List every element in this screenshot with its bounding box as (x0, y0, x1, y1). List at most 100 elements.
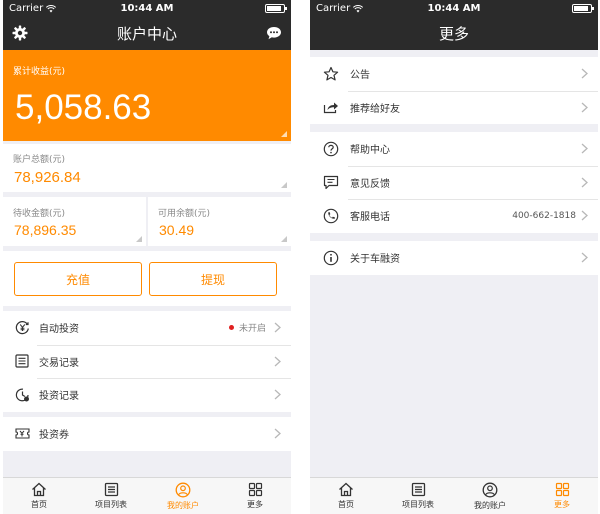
customer-service-phone: 400-662-1818 (512, 210, 576, 221)
chat-icon[interactable] (266, 25, 282, 41)
corner-indicator (281, 236, 287, 242)
tab-label: 更多 (554, 500, 570, 509)
chevron-right-icon (274, 356, 281, 367)
cumulative-earnings-value: 5,058.63 (15, 88, 152, 127)
tab-label: 更多 (247, 500, 263, 509)
menu-item-label: 投资记录 (39, 391, 79, 403)
list-icon (411, 482, 426, 497)
status-time: 10:44 AM (427, 3, 481, 14)
tab-label: 我的账户 (167, 500, 199, 510)
tab-label: 项目列表 (402, 500, 434, 509)
menu-item-label: 交易记录 (39, 357, 79, 369)
star-icon (322, 65, 340, 83)
menu-item-customer-service[interactable]: 客服电话 400-662-1818 (310, 199, 598, 233)
corner-indicator (136, 236, 142, 242)
tab-bar: 首页 项目列表 我的账户 更多 (3, 477, 291, 514)
corner-indicator (281, 182, 287, 188)
chevron-right-icon (274, 428, 281, 439)
account-total-card[interactable]: 账户总额(元) 78,926.84 (3, 144, 291, 192)
tab-more[interactable]: 更多 (219, 478, 291, 514)
menu-item-coupons[interactable]: 投资券 (3, 417, 291, 451)
phone-icon (322, 207, 340, 225)
tab-label: 我的账户 (474, 500, 506, 510)
auto-invest-status: 未开启 (228, 311, 266, 345)
share-icon (322, 98, 340, 116)
tab-project-list[interactable]: 项目列表 (382, 478, 454, 514)
feedback-icon (322, 173, 340, 191)
account-total-value: 78,926.84 (14, 169, 81, 186)
grid-icon (248, 482, 263, 497)
user-icon (482, 482, 498, 498)
menu-item-label: 意见反馈 (350, 178, 390, 190)
coupon-icon (13, 425, 31, 443)
tab-my-account[interactable]: 我的账户 (454, 478, 526, 514)
auto-invest-icon (13, 319, 31, 337)
menu-item-about[interactable]: 关于车融资 (310, 241, 598, 275)
menu-item-recommend[interactable]: 推荐给好友 (310, 90, 598, 125)
nav-bar: 账户中心 (3, 17, 291, 50)
question-icon (322, 140, 340, 158)
pending-amount-value: 78,896.35 (14, 222, 77, 238)
menu-item-transactions[interactable]: 交易记录 (3, 344, 291, 379)
balance-row: 待收金额(元) 78,896.35 可用余额(元) 30.49 (3, 197, 291, 246)
page-title: 更多 (438, 25, 469, 43)
coupon-menu: 投资券 (3, 417, 291, 451)
recharge-button[interactable]: 充值 (14, 262, 142, 296)
withdraw-button[interactable]: 提现 (149, 262, 277, 296)
gear-icon[interactable] (12, 25, 28, 41)
auto-invest-status-label: 未开启 (238, 324, 266, 335)
menu-item-label: 自动投资 (39, 324, 79, 336)
more-menu-group-3: 关于车融资 (310, 241, 598, 275)
list-icon (104, 482, 119, 497)
nav-bar: 更多 (310, 17, 598, 50)
tab-bar: 首页 项目列表 我的账户 更多 (310, 477, 598, 514)
pending-amount-card[interactable]: 待收金额(元) 78,896.35 (3, 197, 146, 246)
clock-icon (13, 386, 31, 404)
chevron-right-icon (274, 322, 281, 333)
tab-label: 首页 (31, 500, 47, 509)
account-screen: Carrier 10:44 AM 账户中心 累计收益(元) 5,058.63 账… (3, 0, 291, 514)
tab-home[interactable]: 首页 (3, 478, 75, 514)
status-time: 10:44 AM (120, 3, 174, 14)
status-bar: Carrier 10:44 AM (3, 0, 291, 17)
menu-item-announcements[interactable]: 公告 (310, 57, 598, 91)
status-dot (228, 325, 234, 331)
menu-item-auto-invest[interactable]: 自动投资 未开启 (3, 311, 291, 345)
menu-item-label: 推荐给好友 (350, 103, 400, 115)
more-screen: Carrier 10:44 AM 更多 公告 推荐给好友 帮助中心 意见反馈 客… (310, 0, 598, 514)
user-icon (175, 482, 191, 498)
home-icon (31, 482, 47, 497)
menu-item-label: 公告 (350, 70, 370, 82)
chevron-right-icon (581, 143, 588, 154)
tab-my-account[interactable]: 我的账户 (147, 478, 219, 514)
chevron-right-icon (581, 177, 588, 188)
menu-item-feedback[interactable]: 意见反馈 (310, 165, 598, 200)
tab-label: 项目列表 (95, 500, 127, 509)
menu-item-help-center[interactable]: 帮助中心 (310, 132, 598, 166)
available-balance-card[interactable]: 可用余额(元) 30.49 (148, 197, 291, 246)
tab-more[interactable]: 更多 (526, 478, 598, 514)
chevron-right-icon (274, 389, 281, 400)
menu-item-label: 帮助中心 (350, 145, 390, 157)
tab-home[interactable]: 首页 (310, 478, 382, 514)
info-icon (322, 249, 340, 267)
available-balance-label: 可用余额(元) (158, 209, 211, 219)
battery-icon (265, 4, 287, 13)
page-title: 账户中心 (116, 25, 177, 43)
cumulative-earnings-label: 累计收益(元) (13, 67, 66, 77)
more-menu-group-2: 帮助中心 意见反馈 客服电话 400-662-1818 (310, 132, 598, 233)
tab-project-list[interactable]: 项目列表 (75, 478, 147, 514)
available-balance-value: 30.49 (159, 222, 195, 238)
status-bar: Carrier 10:44 AM (310, 0, 598, 17)
home-icon (338, 482, 354, 497)
pending-amount-label: 待收金额(元) (13, 209, 66, 219)
battery-icon (572, 4, 594, 13)
grid-icon (555, 482, 570, 497)
menu-item-label: 投资券 (39, 430, 69, 442)
account-total-label: 账户总额(元) (13, 155, 66, 165)
menu-item-investment-records[interactable]: 投资记录 (3, 378, 291, 412)
menu-item-label: 客服电话 (350, 212, 390, 224)
cumulative-earnings-card[interactable]: 累计收益(元) 5,058.63 (3, 50, 291, 141)
more-menu-group-1: 公告 推荐给好友 (310, 57, 598, 124)
list-icon (13, 352, 31, 370)
